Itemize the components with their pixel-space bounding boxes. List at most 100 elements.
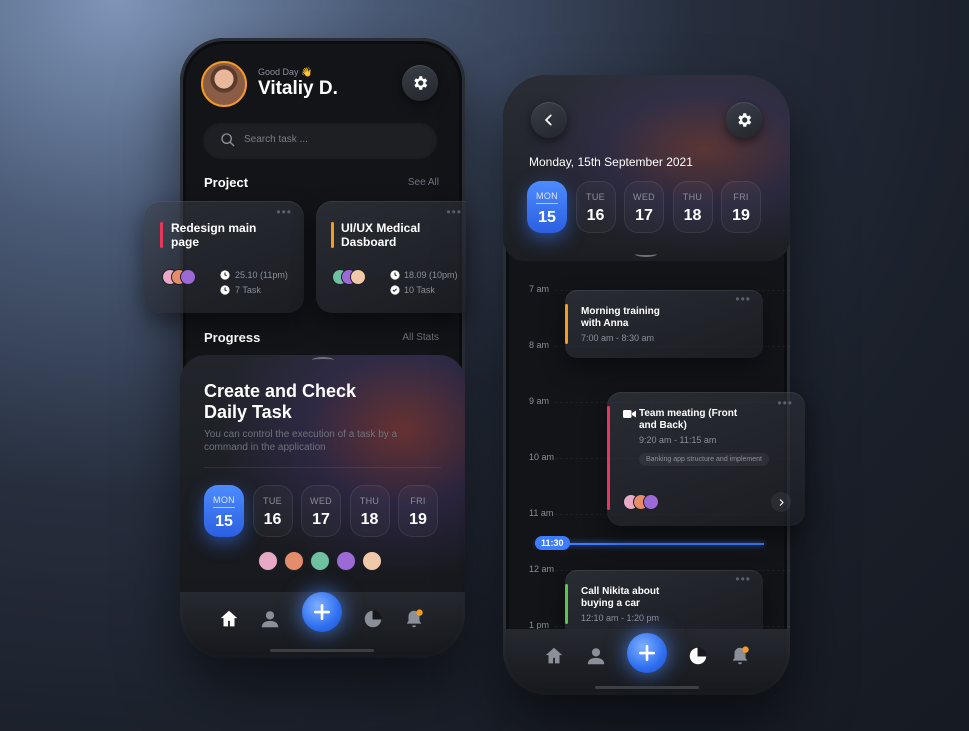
event-time: 7:00 am - 8:30 am	[581, 333, 655, 343]
home-indicator	[595, 686, 699, 689]
home-icon[interactable]	[218, 608, 240, 630]
profile-icon[interactable]	[585, 645, 607, 667]
search-input[interactable]: Search task ...	[202, 121, 438, 159]
event-accent	[607, 406, 610, 510]
bottom-nav	[503, 629, 790, 695]
add-task-button[interactable]	[627, 633, 667, 673]
day-thu[interactable]: THU 18	[349, 485, 390, 537]
home-indicator	[270, 649, 374, 652]
chevron-right-icon	[779, 498, 784, 506]
card-divider	[204, 467, 441, 468]
gear-icon	[738, 113, 752, 127]
day-wed[interactable]: WED 17	[624, 181, 664, 233]
event-card[interactable]: ••• Team meating (Front and Back) 9:20 a…	[607, 392, 805, 526]
day-name: FRI	[410, 496, 426, 506]
project-accent	[160, 222, 163, 248]
event-time: 9:20 am - 11:15 am	[639, 435, 717, 445]
more-icon[interactable]: •••	[735, 572, 751, 586]
event-accent	[565, 584, 568, 624]
more-icon[interactable]: •••	[777, 396, 793, 410]
more-icon[interactable]: •••	[276, 205, 292, 219]
date-title: Monday, 15th September 2021	[529, 155, 693, 169]
phone-dashboard: Good Day 👋 Vitaliy D. Search task ... Pr…	[180, 38, 465, 658]
event-title: Morning training with Anna	[581, 306, 660, 329]
avatar[interactable]	[310, 551, 330, 571]
avatar[interactable]	[258, 551, 278, 571]
see-all-link[interactable]: See All	[408, 177, 439, 188]
avatar[interactable]	[336, 551, 356, 571]
pie-chart-icon[interactable]	[687, 645, 709, 667]
bell-icon[interactable]	[729, 645, 751, 667]
day-number: 16	[263, 511, 282, 528]
search-placeholder: Search task ...	[244, 134, 308, 145]
hour-label: 12 am	[529, 564, 555, 574]
pie-chart-icon[interactable]	[362, 608, 384, 630]
add-task-button[interactable]	[302, 592, 342, 632]
day-name: MON	[536, 191, 558, 204]
day-wed[interactable]: WED 17	[301, 485, 341, 537]
day-number: 15	[215, 513, 233, 530]
project-tasks: 7 Task	[235, 285, 261, 295]
event-card[interactable]: ••• Call Nikita about buying a car 12:10…	[565, 570, 763, 630]
event-title: Call Nikita about buying a car	[581, 586, 660, 609]
more-icon[interactable]: •••	[735, 292, 751, 306]
event-accent	[565, 304, 568, 344]
home-icon[interactable]	[543, 645, 565, 667]
project-accent	[331, 222, 334, 248]
day-mon[interactable]: MON 15	[204, 485, 244, 537]
event-title: Team meating (Front and Back)	[639, 408, 738, 431]
progress-heading: Progress	[204, 330, 261, 345]
event-time: 12:10 am - 1:20 pm	[581, 613, 660, 623]
day-thu[interactable]: THU 18	[672, 181, 713, 233]
event-tag: Banking app structure and implement	[639, 453, 769, 466]
day-mon[interactable]: MON 15	[527, 181, 567, 233]
profile-icon[interactable]	[259, 608, 281, 630]
day-number: 19	[409, 511, 427, 528]
settings-button[interactable]	[726, 102, 762, 138]
back-button[interactable]	[531, 102, 567, 138]
hour-label: 7 am	[529, 284, 550, 294]
hour-label: 8 am	[529, 340, 550, 350]
day-tue[interactable]: TUE 16	[252, 485, 293, 537]
avatar[interactable]	[284, 551, 304, 571]
all-stats-link[interactable]: All Stats	[402, 332, 439, 343]
search-icon	[221, 133, 235, 147]
hour-label: 11 am	[529, 508, 554, 518]
hour-label: 10 am	[529, 452, 555, 462]
more-icon[interactable]: •••	[446, 205, 462, 219]
project-title: Redesign main page	[171, 221, 257, 249]
day-fri[interactable]: FRI 19	[398, 485, 438, 537]
event-card[interactable]: ••• Morning training with Anna 7:00 am -…	[565, 290, 763, 358]
event-open-button[interactable]	[771, 492, 791, 512]
project-card[interactable]: ••• Redesign main page 25.10 (11pm) 7 Ta…	[144, 201, 304, 313]
avatar[interactable]	[201, 61, 247, 107]
chevron-up-icon[interactable]	[312, 357, 334, 363]
settings-button[interactable]	[402, 65, 438, 101]
day-name: TUE	[263, 496, 282, 506]
day-name: FRI	[733, 192, 749, 202]
clock-icon	[220, 285, 230, 295]
day-number: 17	[635, 207, 653, 224]
day-number: 16	[586, 207, 605, 224]
chevron-down-icon[interactable]	[635, 251, 657, 257]
day-number: 19	[732, 207, 750, 224]
plus-icon	[313, 603, 331, 621]
project-heading: Project	[204, 175, 249, 190]
day-name: TUE	[586, 192, 605, 202]
day-tue[interactable]: TUE 16	[575, 181, 616, 233]
project-card[interactable]: ••• UI/UX Medical Dasboard 18.09 (10pm) …	[316, 201, 466, 313]
check-circle-icon	[390, 285, 400, 295]
card-title: Create and Check Daily Task	[204, 381, 357, 422]
avatar	[180, 269, 196, 285]
avatar	[350, 269, 366, 285]
bell-icon[interactable]	[403, 608, 425, 630]
day-name: WED	[310, 496, 332, 506]
day-number: 17	[312, 511, 330, 528]
avatar[interactable]	[362, 551, 382, 571]
phone-calendar: Monday, 15th September 2021 MON 15 TUE 16 WE…	[503, 75, 790, 695]
user-name: Vitaliy D.	[258, 78, 338, 99]
day-fri[interactable]: FRI 19	[721, 181, 761, 233]
day-name: WED	[633, 192, 655, 202]
gear-icon	[414, 76, 428, 90]
day-number: 18	[360, 511, 379, 528]
